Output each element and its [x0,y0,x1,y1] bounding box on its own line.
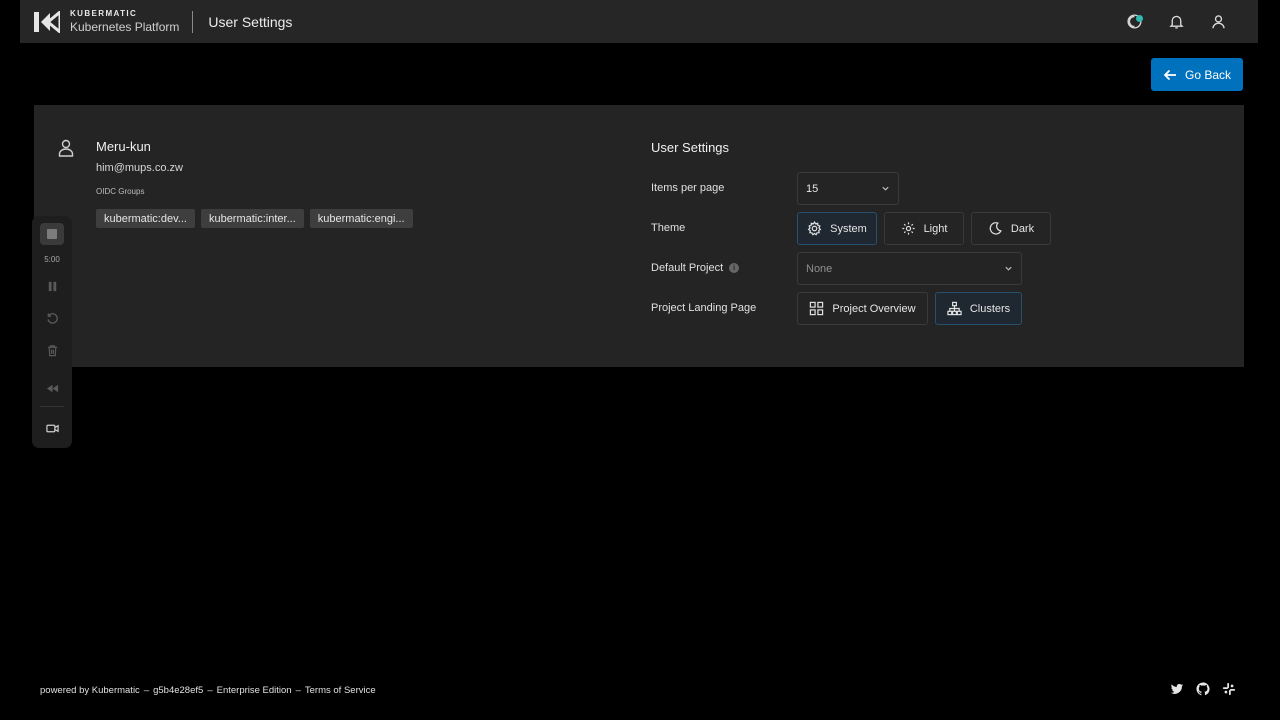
version-text: g5b4e28ef5 [153,685,204,696]
user-account-icon[interactable] [1208,12,1228,32]
default-project-value: None [806,262,833,275]
go-back-label: Go Back [1184,67,1232,82]
rewind-icon[interactable] [44,380,60,396]
restart-icon[interactable] [44,310,60,326]
bell-icon[interactable] [1166,12,1186,32]
footer-separator: – [207,685,213,696]
edition-text: Enterprise Edition [216,685,292,696]
landing-option-clusters-label: Clusters [969,302,1011,315]
grid-icon [810,301,824,316]
oidc-groups-label: OIDC Groups [96,187,145,196]
screen-recorder-toolbar: 5:00 [32,216,72,448]
default-project-label-text: Default Project [651,262,724,274]
logo-brand-text: KUBERMATIC [70,9,138,18]
chevron-down-icon [882,186,889,191]
status-dot [1136,14,1143,22]
slack-icon[interactable] [1222,682,1236,696]
moon-icon [989,222,1002,235]
user-name: Meru-kun [96,139,151,154]
theme-label: Theme [651,222,685,234]
settings-title: User Settings [651,140,730,155]
items-per-page-value: 15 [806,182,819,195]
items-per-page-select[interactable]: 15 [797,172,899,205]
trash-icon[interactable] [44,342,60,358]
go-back-button[interactable]: Go Back [1151,58,1243,91]
items-per-page-label-text: Items per page [651,182,725,194]
theme-status-icon[interactable] [1124,12,1144,32]
landing-option-project-overview-label: Project Overview [832,302,916,315]
page-title: User Settings [208,13,293,30]
oidc-groups-list: kubermatic:dev... kubermatic:inter... ku… [96,209,413,228]
user-icon [58,139,74,157]
kubermatic-logo[interactable]: KUBERMATIC Kubernetes Platform [34,10,179,33]
twitter-icon[interactable] [1170,682,1184,696]
user-settings-card: Meru-kun him@mups.co.zw OIDC Groups kube… [34,105,1244,367]
theme-option-system-label: System [830,222,867,235]
stop-recording-button[interactable] [40,223,64,245]
logo-product-text: Kubernetes Platform [70,20,180,34]
topbar-divider [192,10,194,33]
landing-page-label: Project Landing Page [651,302,756,314]
landing-option-project-overview[interactable]: Project Overview [797,292,928,325]
footer-separator: – [143,685,150,696]
social-links [1170,682,1236,696]
theme-option-light-label: Light [923,222,948,235]
arrow-left-icon [1163,69,1176,80]
user-email: him@mups.co.zw [96,162,183,174]
default-project-label: Default Project i [651,262,740,274]
camera-icon[interactable] [44,420,60,436]
sun-icon [901,222,915,235]
chevron-down-icon [1005,266,1012,271]
oidc-group-chip[interactable]: kubermatic:dev... [96,209,195,228]
info-icon[interactable]: i [729,263,740,273]
recorder-divider [40,406,64,407]
github-icon[interactable] [1196,682,1210,696]
default-project-select[interactable]: None [797,252,1022,285]
theme-option-dark[interactable]: Dark [971,212,1051,245]
pause-icon[interactable] [44,278,60,294]
landing-page-label-text: Project Landing Page [651,302,757,314]
oidc-group-chip[interactable]: kubermatic:inter... [200,209,304,228]
landing-option-clusters[interactable]: Clusters [935,292,1022,325]
theme-label-text: Theme [651,222,686,234]
theme-option-system[interactable]: System [797,212,877,245]
oidc-group-chip[interactable]: kubermatic:engi... [309,209,413,228]
terms-of-service-link[interactable]: Terms of Service [305,685,376,696]
footer-separator: – [295,685,301,696]
kubermatic-logo-icon [34,10,60,33]
cluster-hierarchy-icon [947,301,962,316]
powered-by-link[interactable]: powered by Kubermatic [40,685,140,696]
recording-timer: 5:00 [44,255,60,264]
items-per-page-label: Items per page [651,182,724,194]
gear-icon [807,221,822,236]
top-bar: KUBERMATIC Kubernetes Platform User Sett… [20,0,1258,43]
theme-option-dark-label: Dark [1010,222,1035,235]
footer: powered by Kubermatic – g5b4e28ef5 – Ent… [40,685,376,696]
theme-option-light[interactable]: Light [884,212,964,245]
